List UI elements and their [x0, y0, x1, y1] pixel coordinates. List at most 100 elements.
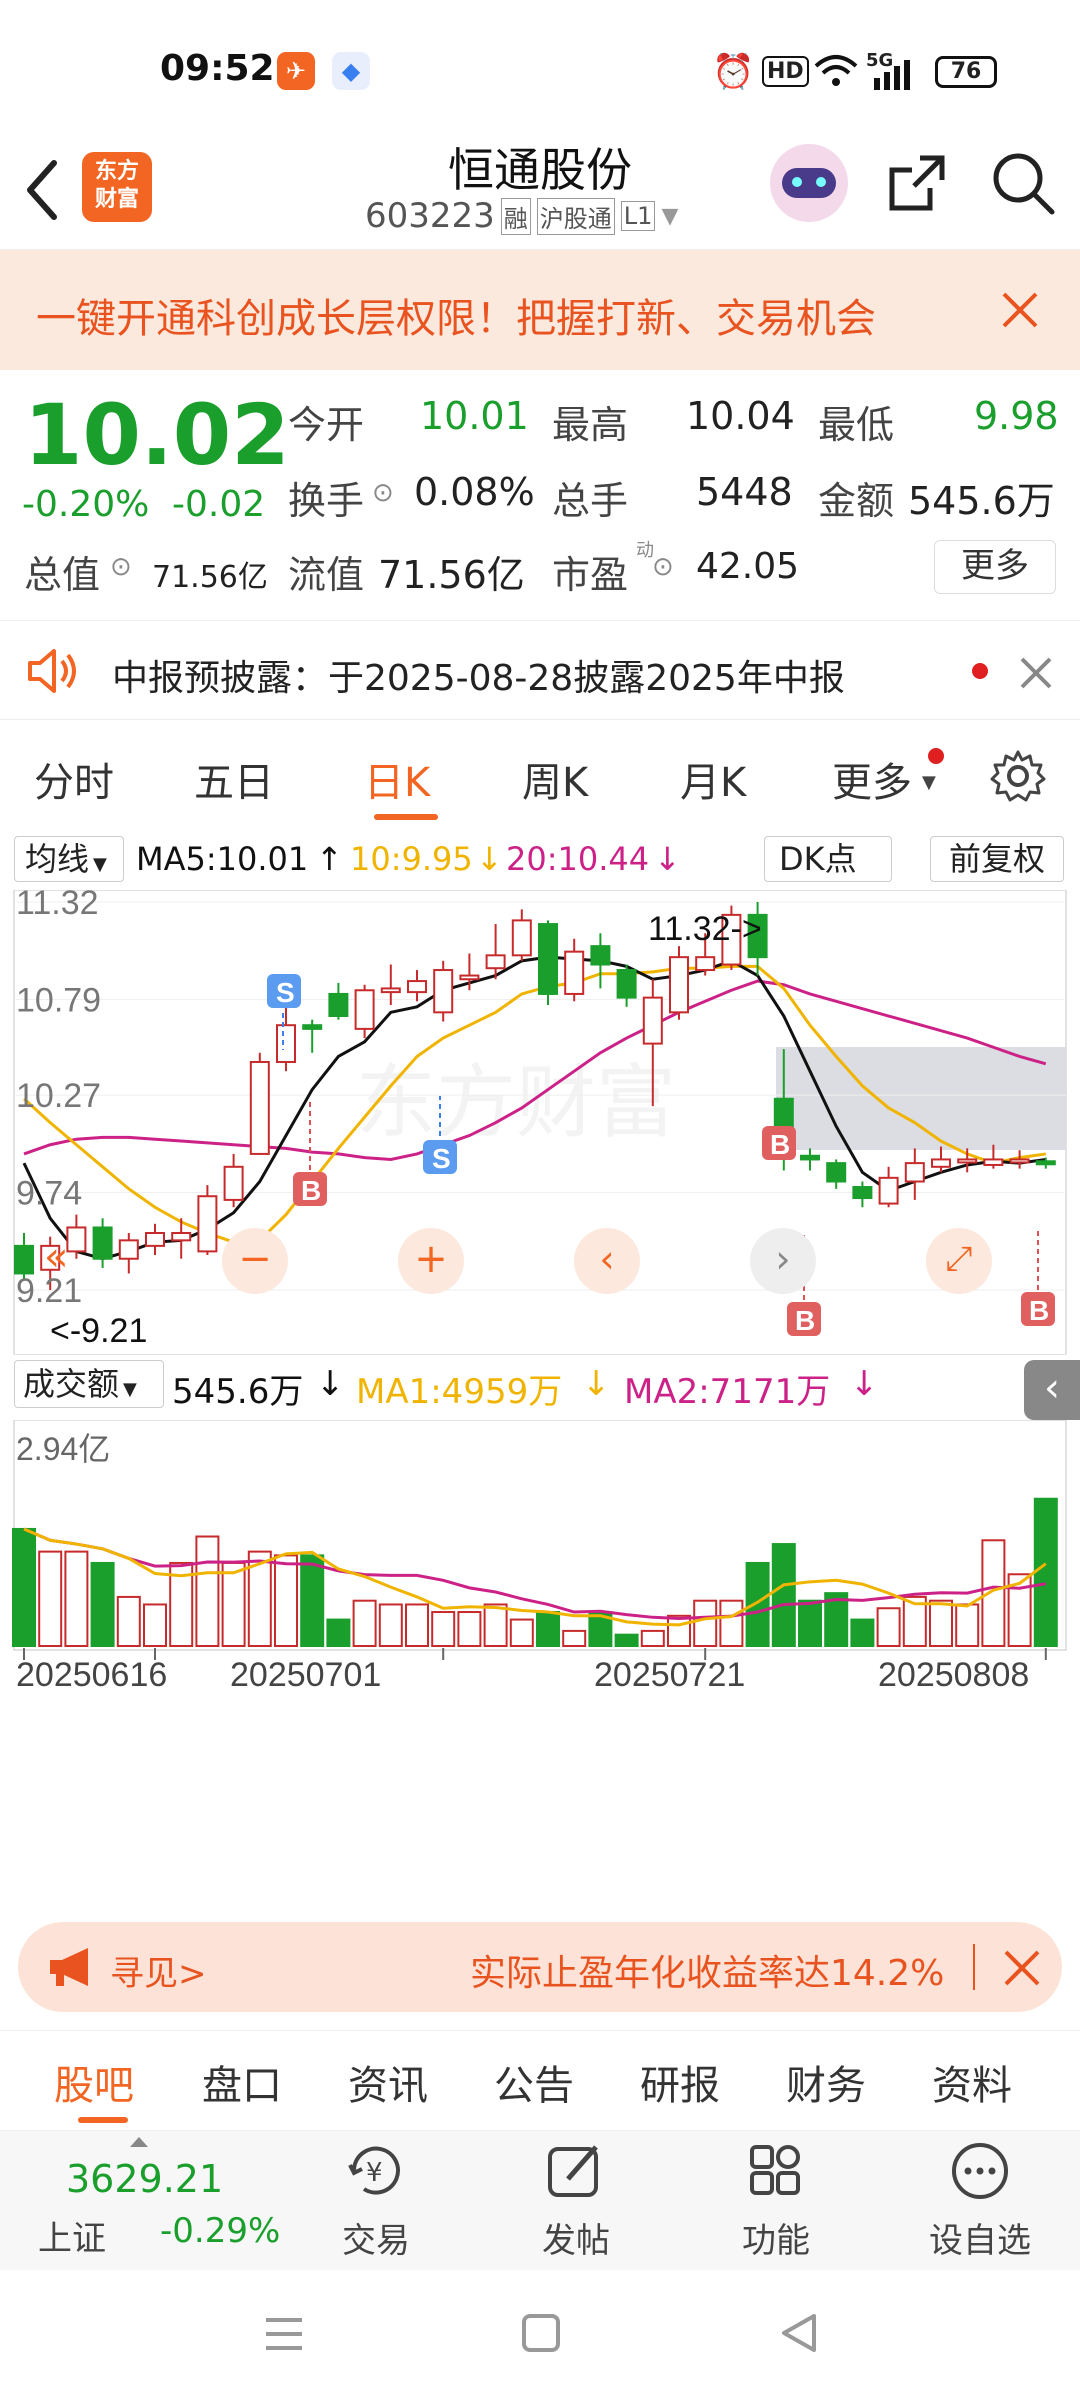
turnover-label: 换手	[288, 479, 365, 523]
tab-news[interactable]: 资讯	[348, 2053, 428, 2111]
candle-body	[249, 1060, 270, 1155]
scroll-left-button[interactable]: ‹	[574, 1228, 640, 1294]
candle	[223, 1153, 244, 1208]
max-price-note: 11.32->	[648, 910, 762, 948]
system-nav-bar	[0, 2270, 1080, 2400]
indicator-select[interactable]: 成交额 ▼	[14, 1360, 164, 1408]
ma20-label: 20:10.44	[506, 840, 650, 878]
dropdown-icon[interactable]: ▼	[661, 204, 678, 229]
collapse-panel-button[interactable]: ‹	[1024, 1360, 1080, 1420]
trade-button[interactable]: ¥ 交易	[306, 2141, 446, 2262]
add-watchlist-button[interactable]: 设自选	[910, 2141, 1050, 2262]
ad-banner[interactable]: 寻见> 实际止盈年化收益率达14.2%	[18, 1922, 1062, 2012]
candle-body	[92, 1226, 113, 1260]
expand-caret-icon[interactable]	[130, 2137, 148, 2147]
candle-body	[433, 969, 454, 1014]
sell-signal-label: S	[432, 1143, 451, 1174]
volume-bar	[116, 1595, 141, 1647]
candlestick-chart[interactable]: 东方财富 11.3210.7910.279.749.21 11.32-> <-9…	[0, 890, 1080, 1355]
tab-research[interactable]: 研报	[640, 2053, 720, 2111]
tab-order-book[interactable]: 盘口	[202, 2053, 282, 2111]
trade-label: 交易	[342, 2221, 410, 2261]
tab-weekly-k[interactable]: 周K	[522, 750, 588, 808]
assistant-avatar-icon[interactable]	[770, 144, 848, 222]
close-icon[interactable]	[998, 288, 1042, 332]
arrow-down-icon: ↓	[582, 1364, 611, 1404]
candle-body	[145, 1231, 165, 1247]
tab-profile[interactable]: 资料	[932, 2053, 1012, 2111]
app-logo[interactable]: 东方 财富	[82, 152, 152, 222]
candle-body	[983, 1158, 1004, 1166]
volume-bar	[719, 1599, 744, 1647]
share-icon[interactable]	[886, 152, 948, 214]
volume-bar	[693, 1599, 718, 1647]
volume-bar	[509, 1618, 534, 1647]
candle-body	[1035, 1160, 1056, 1166]
stock-name: 恒通股份	[448, 143, 632, 197]
ma-select[interactable]: 均线 ▼	[14, 836, 124, 882]
zoom-out-button[interactable]: −	[222, 1228, 288, 1294]
total-value-label: 总值	[24, 553, 101, 597]
amount-label: 金额	[818, 479, 895, 523]
status-time: 09:52	[160, 48, 275, 89]
candle	[564, 938, 585, 1002]
tab-intraday[interactable]: 分时	[34, 750, 114, 808]
more-button[interactable]: 更多	[934, 540, 1056, 594]
tab-monthly-k[interactable]: 月K	[680, 750, 746, 808]
watchlist-label: 设自选	[929, 2221, 1031, 2261]
info-icon[interactable]: ⊙	[372, 478, 394, 508]
ad-link[interactable]: 寻见>	[110, 1946, 207, 1995]
index-change[interactable]: -0.29%	[160, 2211, 280, 2251]
indicator-select-label: 成交额	[23, 1365, 120, 1403]
scroll-right-button[interactable]: ›	[750, 1228, 816, 1294]
index-name[interactable]: 上证	[38, 2211, 106, 2260]
back-icon[interactable]	[22, 155, 62, 225]
candle-body	[957, 1158, 978, 1164]
tab-more[interactable]: 更多	[832, 750, 912, 808]
search-icon[interactable]	[990, 150, 1056, 216]
last-price: 10.02	[24, 386, 290, 484]
scroll-start-icon[interactable]: «	[44, 1234, 68, 1280]
candle	[118, 1232, 139, 1274]
zoom-in-button[interactable]: +	[398, 1228, 464, 1294]
volume-bar	[640, 1629, 665, 1648]
tab-five-day[interactable]: 五日	[194, 750, 274, 808]
close-icon[interactable]	[1018, 655, 1054, 691]
signal-icon	[874, 60, 910, 90]
candle-body	[878, 1176, 899, 1205]
home-icon[interactable]	[520, 2312, 562, 2354]
back-nav-icon[interactable]	[778, 2312, 820, 2354]
candle-body	[276, 1024, 296, 1063]
post-button[interactable]: 发帖	[506, 2141, 646, 2262]
y-tick-label: 9.74	[16, 1175, 82, 1213]
close-icon[interactable]	[1002, 1948, 1042, 1988]
index-value[interactable]: 3629.21	[66, 2157, 223, 2201]
promo-banner[interactable]: 一键开通科创成长层权限！把握打新、交易机会	[0, 250, 1080, 370]
tab-daily-k[interactable]: 日K	[364, 750, 430, 808]
tab-announcements[interactable]: 公告	[494, 2053, 574, 2111]
dk-point-button[interactable]: DK点	[764, 836, 892, 882]
ma10-label: 10:9.95	[350, 840, 473, 878]
volume-bar	[300, 1554, 325, 1647]
notice-bar[interactable]: 中报预披露：于2025-08-28披露2025年中报	[0, 620, 1080, 720]
open-value: 10.01	[420, 394, 529, 438]
adjust-button[interactable]: 前复权	[930, 836, 1064, 882]
candle	[249, 1052, 270, 1155]
candle-body	[328, 992, 349, 1018]
post-label: 发帖	[542, 2221, 610, 2261]
info-icon[interactable]: ⊙	[110, 552, 132, 582]
volume-chart[interactable]: 2.94亿 20250616 20250701 20250721 20250808	[0, 1420, 1080, 1690]
tab-finance[interactable]: 财务	[786, 2053, 866, 2111]
tab-guba[interactable]: 股吧	[54, 2053, 134, 2111]
info-icon[interactable]: ⊙	[652, 552, 674, 582]
menu-icon[interactable]	[262, 2314, 306, 2354]
y-tick-label: 11.32	[16, 890, 99, 922]
fullscreen-button[interactable]: ⤢	[926, 1228, 992, 1294]
settings-gear-icon[interactable]	[990, 748, 1046, 804]
candle-body	[642, 996, 663, 1045]
float-value-label: 流值	[288, 553, 365, 597]
arrow-up-icon: ↑	[316, 840, 343, 878]
function-button[interactable]: 功能	[706, 2141, 846, 2262]
app-notification-icon: ✈	[277, 52, 315, 90]
dk-label: DK点	[779, 840, 857, 878]
